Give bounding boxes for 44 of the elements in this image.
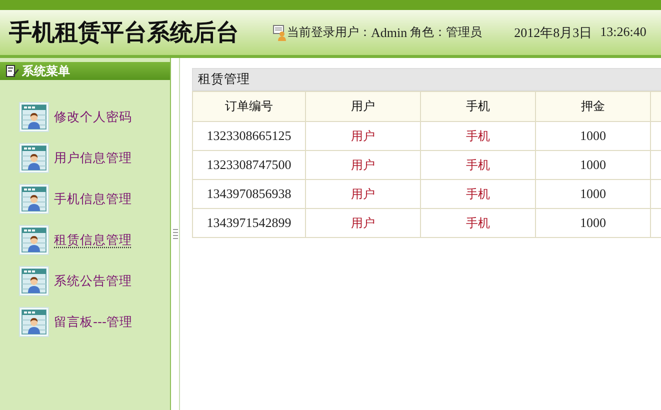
table-cell: 1323308665125	[192, 122, 306, 150]
column-header: 手机	[420, 92, 536, 122]
user-card-icon	[19, 184, 49, 214]
role-value: 管理员	[446, 24, 482, 41]
app-title: 手机租赁平台系统后台	[9, 18, 240, 48]
table-cell: 1000	[536, 150, 650, 180]
table-cell: 手机	[420, 122, 536, 150]
user-icon	[273, 24, 287, 40]
table-cell: 1323308747500	[192, 150, 306, 180]
panel-title: 租赁管理	[192, 68, 661, 91]
column-header: 用户	[306, 92, 420, 122]
table-cell: 1000	[536, 122, 650, 150]
menu-item[interactable]: 手机信息管理	[54, 190, 132, 208]
table-cell: 用户	[306, 208, 420, 238]
edit-icon	[6, 65, 19, 77]
splitter-grip[interactable]	[172, 229, 178, 239]
username: Admin	[371, 24, 408, 40]
menu-item[interactable]: 留言板---管理	[54, 314, 133, 330]
menu-item[interactable]: 租赁信息管理	[54, 232, 132, 248]
login-label: 当前登录用户：	[287, 24, 371, 41]
table-cell: 手机	[420, 180, 536, 208]
menu-title: 系统菜单	[22, 62, 70, 80]
menu-item[interactable]: 系统公告管理	[54, 272, 132, 290]
table-cell: 用户	[306, 122, 420, 150]
user-card-icon	[19, 307, 49, 337]
time-text: 13:26:40	[600, 24, 646, 40]
menu-item[interactable]: 用户信息管理	[54, 150, 132, 166]
user-card-icon	[19, 102, 49, 132]
user-card-icon	[19, 266, 49, 296]
table-cell: 用户	[306, 180, 420, 208]
table-cell: 1343970856938	[192, 180, 306, 208]
user-card-icon	[19, 225, 49, 255]
user-card-icon	[19, 143, 49, 173]
table-cell: 1000	[536, 208, 650, 238]
column-header: 押金	[536, 92, 650, 122]
table-cell: 手机	[420, 150, 536, 180]
table-cell: 1000	[536, 180, 650, 208]
role-label: 角色：	[410, 24, 446, 41]
menu-item[interactable]: 修改个人密码	[54, 108, 132, 126]
table-cell: 1343971542899	[192, 208, 306, 238]
date-text: 2012年8月3日	[514, 24, 592, 42]
table-cell: 手机	[420, 208, 536, 238]
table-cell: 用户	[306, 150, 420, 180]
column-header: 订单编号	[192, 92, 306, 122]
